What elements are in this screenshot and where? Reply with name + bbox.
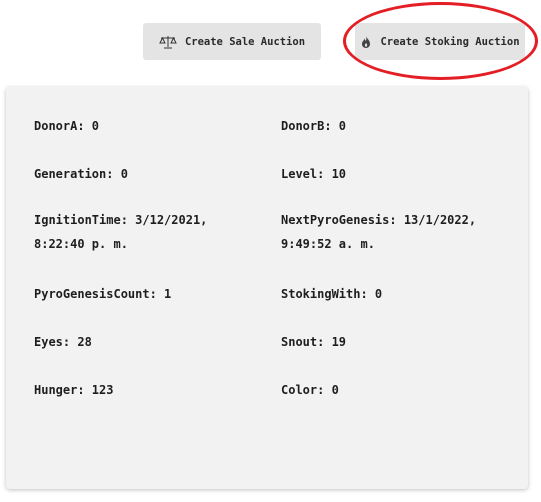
create-stoking-auction-button[interactable]: Create Stoking Auction xyxy=(355,23,525,60)
pyro-genesis-count-field: PyroGenesisCount: 1 xyxy=(34,287,172,301)
hunger-field: Hunger: 123 xyxy=(34,383,114,397)
eyes-field: Eyes: 28 xyxy=(34,335,92,349)
stoking-with-field: StokingWith: 0 xyxy=(281,287,383,301)
create-sale-auction-label: Create Sale Auction xyxy=(184,35,306,48)
create-sale-auction-button[interactable]: Create Sale Auction xyxy=(143,23,321,60)
flame-icon xyxy=(360,35,372,49)
donor-b-field: DonorB: 0 xyxy=(281,119,347,133)
donor-a-field: DonorA: 0 xyxy=(34,119,100,133)
generation-field: Generation: 0 xyxy=(34,167,128,181)
snout-field: Snout: 19 xyxy=(281,335,347,349)
color-field: Color: 0 xyxy=(281,383,339,397)
details-card: DonorA: 0 DonorB: 0 Generation: 0 Level:… xyxy=(6,87,528,489)
page: Create Sale Auction Create Stoking Aucti… xyxy=(0,0,541,502)
next-pyro-genesis-field: NextPyroGenesis: 13/1/2022, 9:49:52 a. m… xyxy=(281,213,484,251)
ignition-time-field: IgnitionTime: 3/12/2021, 8:22:40 p. m. xyxy=(34,213,215,251)
scale-icon xyxy=(159,35,177,49)
create-stoking-auction-label: Create Stoking Auction xyxy=(380,35,520,48)
level-field: Level: 10 xyxy=(281,167,347,181)
